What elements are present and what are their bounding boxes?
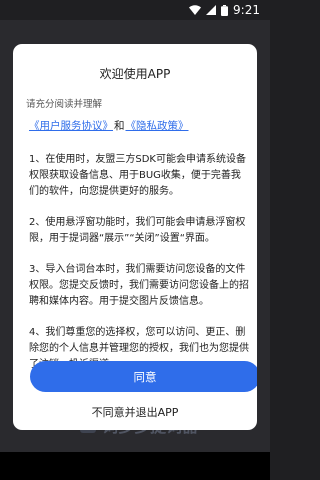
consent-dialog: 欢迎使用APP 请充分阅读并理解 《用户服务协议》 和 《隐私政策》 1、在使用… — [13, 44, 257, 430]
status-time: 9:21 — [233, 3, 260, 17]
terms-item-2: 2、使用悬浮窗功能时，我们可能会申请悬浮窗权限，用于提词器“展示”“关闭”设置“… — [29, 217, 246, 244]
terms-scroll-area[interactable]: 1、在使用时，友盟三方SDK可能会申请系统设备权限获取设备信息、用于BUG收集，… — [29, 152, 249, 392]
agree-button[interactable]: 同意 — [30, 361, 257, 392]
privacy-policy-link[interactable]: 《隐私政策》 — [126, 118, 189, 133]
terms-item-3: 3、导入台词台本时，我们需要访问您设备的文件权限。您提交反馈时，我们需要访问您设… — [29, 264, 249, 307]
dialog-title: 欢迎使用APP — [99, 67, 171, 81]
disagree-exit-button[interactable]: 不同意并退出APP — [13, 404, 257, 420]
signal-icon — [206, 5, 217, 15]
policy-links: 《用户服务协议》 和 《隐私政策》 — [29, 118, 189, 133]
terms-item-1: 1、在使用时，友盟三方SDK可能会申请系统设备权限获取设备信息、用于BUG收集，… — [29, 154, 246, 197]
user-agreement-link[interactable]: 《用户服务协议》 — [29, 118, 113, 133]
and-text: 和 — [114, 120, 125, 132]
status-bar: 9:21 — [0, 0, 270, 20]
navigation-bar — [0, 452, 270, 480]
dialog-subtitle: 请充分阅读并理解 — [26, 99, 103, 110]
battery-icon — [221, 4, 229, 16]
wifi-icon — [189, 5, 202, 15]
